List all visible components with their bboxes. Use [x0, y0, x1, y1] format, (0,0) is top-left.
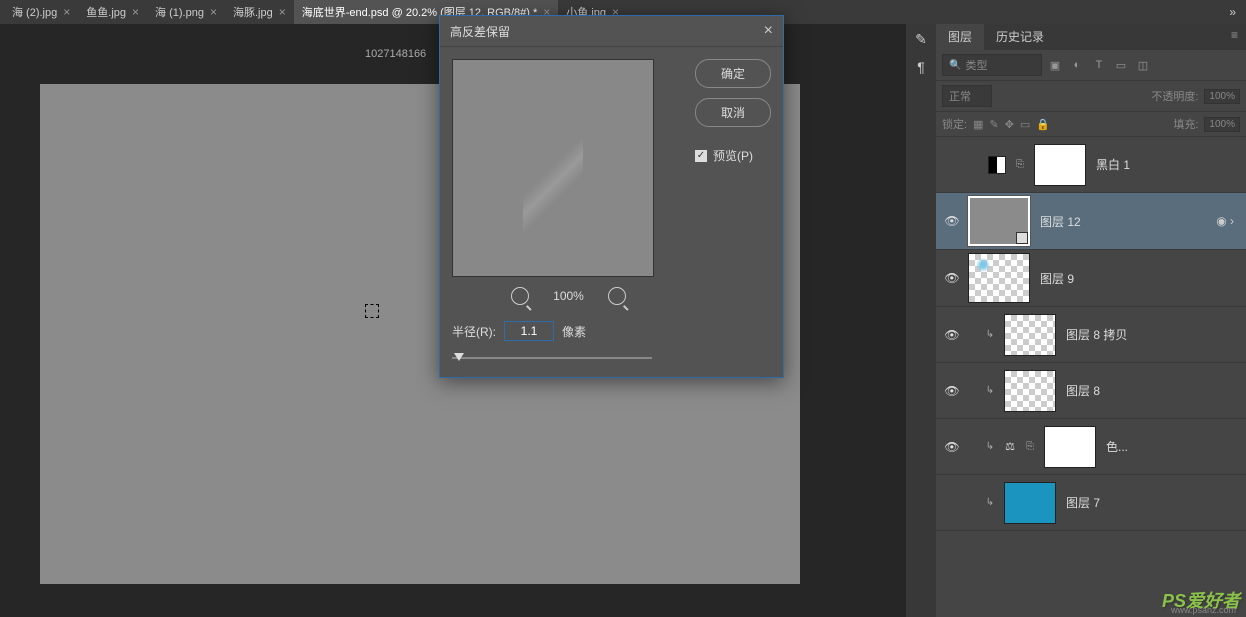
fill-value[interactable]: 100% — [1204, 117, 1240, 132]
visibility-icon[interactable]: 👁 — [942, 440, 962, 454]
filter-shape-icon[interactable]: ▭ — [1114, 58, 1128, 72]
lock-all-icon[interactable]: 🔒 — [1036, 118, 1050, 131]
visibility-icon[interactable]: 👁 — [942, 384, 962, 398]
canvas-label: 1027148166 — [365, 48, 426, 60]
blend-mode-select[interactable]: 正常 — [942, 85, 992, 107]
clip-icon: ↳ — [982, 385, 998, 396]
layer-row[interactable]: 👁 图层 9 — [936, 250, 1246, 307]
opacity-label: 不透明度: — [1151, 88, 1198, 104]
radius-slider[interactable] — [452, 351, 652, 365]
radius-label: 半径(R): — [452, 323, 496, 340]
layer-thumbnail[interactable] — [1004, 370, 1056, 412]
clip-icon: ↳ — [982, 497, 998, 508]
layer-thumbnail[interactable] — [968, 253, 1030, 303]
layer-thumbnail[interactable] — [1004, 482, 1056, 524]
zoom-in-icon[interactable] — [608, 287, 626, 305]
layer-row[interactable]: 👁 ↳ 图层 8 拷贝 — [936, 307, 1246, 363]
visibility-icon[interactable]: 👁 — [942, 214, 962, 228]
high-pass-dialog: 高反差保留 × 100% 半径(R): 像素 确定 取消 ✓ — [439, 15, 784, 378]
tab-3[interactable]: 海豚.jpg× — [225, 0, 294, 24]
close-icon[interactable]: × — [764, 22, 773, 40]
zoom-out-icon[interactable] — [511, 287, 529, 305]
lock-artboard-icon[interactable]: ▭ — [1020, 118, 1030, 131]
layer-row[interactable]: 👁 ↳ ⚖ ⎘ 色... — [936, 419, 1246, 475]
layer-name[interactable]: 色... — [1106, 438, 1240, 455]
layer-row-selected[interactable]: 👁 图层 12 ◉ › — [936, 193, 1246, 250]
close-icon[interactable]: × — [210, 5, 217, 19]
dialog-title: 高反差保留 — [450, 23, 510, 40]
tab-0[interactable]: 海 (2).jpg× — [4, 0, 78, 24]
zoom-level: 100% — [553, 289, 584, 303]
close-icon[interactable]: × — [279, 5, 286, 19]
clip-icon: ↳ — [982, 441, 998, 452]
layer-row[interactable]: ⎘ 黑白 1 — [936, 137, 1246, 193]
preview-label: 预览(P) — [713, 147, 753, 164]
layer-name[interactable]: 图层 9 — [1040, 270, 1240, 287]
layer-thumbnail[interactable] — [968, 196, 1030, 246]
brush-icon[interactable]: ✎ — [912, 30, 930, 48]
radius-input[interactable] — [504, 321, 554, 341]
preview-checkbox[interactable]: ✓ — [695, 150, 707, 162]
panel-menu-icon[interactable]: ≡ — [1223, 24, 1246, 50]
visibility-icon[interactable]: 👁 — [942, 328, 962, 342]
filter-text-icon[interactable]: T — [1092, 58, 1106, 72]
close-icon[interactable]: × — [132, 5, 139, 19]
layers-panel: 图层 历史记录 ≡ 类型 ▣ ◐ T ▭ ◫ 正常 不透明度: 100% — [936, 24, 1246, 617]
balance-icon: ⚖ — [1002, 439, 1018, 455]
fill-label: 填充: — [1173, 116, 1198, 132]
selection-marquee — [365, 304, 379, 318]
tab-1[interactable]: 鱼鱼.jpg× — [78, 0, 147, 24]
opacity-value[interactable]: 100% — [1204, 89, 1240, 104]
filter-adjust-icon[interactable]: ◐ — [1070, 58, 1084, 72]
mask-thumbnail[interactable] — [1034, 144, 1086, 186]
tab-history[interactable]: 历史记录 — [984, 24, 1056, 50]
filter-preview[interactable] — [452, 59, 654, 277]
layer-name[interactable]: 图层 8 拷贝 — [1066, 326, 1240, 343]
lock-position-icon[interactable]: ✥ — [1005, 118, 1014, 131]
watermark-url: www.psahz.com — [1171, 605, 1236, 615]
layer-name[interactable]: 黑白 1 — [1096, 156, 1240, 173]
adjustment-icon — [988, 156, 1006, 174]
tabs-overflow-icon[interactable]: » — [1219, 5, 1246, 19]
link-icon: ⎘ — [1022, 441, 1038, 452]
lock-pixels-icon[interactable]: ▦ — [973, 118, 983, 131]
tab-layers[interactable]: 图层 — [936, 24, 984, 50]
layer-row[interactable]: 👁 ↳ 图层 8 — [936, 363, 1246, 419]
radius-unit: 像素 — [562, 323, 586, 340]
layer-thumbnail[interactable] — [1004, 314, 1056, 356]
link-icon: ⎘ — [1012, 159, 1028, 170]
filter-image-icon[interactable]: ▣ — [1048, 58, 1062, 72]
layer-name[interactable]: 图层 8 — [1066, 382, 1240, 399]
close-icon[interactable]: × — [63, 5, 70, 19]
layer-filter-type[interactable]: 类型 — [942, 54, 1042, 76]
cancel-button[interactable]: 取消 — [695, 98, 771, 127]
panel-dock: ✎ ¶ — [906, 24, 936, 617]
layer-name[interactable]: 图层 7 — [1066, 494, 1240, 511]
ok-button[interactable]: 确定 — [695, 59, 771, 88]
tab-2[interactable]: 海 (1).png× — [147, 0, 225, 24]
mask-thumbnail[interactable] — [1044, 426, 1096, 468]
layer-list: ⎘ 黑白 1 👁 图层 12 ◉ › 👁 图层 9 👁 — [936, 137, 1246, 617]
layer-row[interactable]: ↳ 图层 7 — [936, 475, 1246, 531]
paragraph-icon[interactable]: ¶ — [912, 58, 930, 76]
lock-brush-icon[interactable]: ✎ — [989, 118, 998, 131]
lock-label: 锁定: — [942, 116, 967, 132]
visibility-icon[interactable]: 👁 — [942, 271, 962, 285]
filter-smart-icon[interactable]: ◫ — [1136, 58, 1150, 72]
clip-icon: ↳ — [982, 329, 998, 340]
slider-thumb[interactable] — [454, 353, 464, 361]
layer-name[interactable]: 图层 12 — [1040, 213, 1216, 230]
smart-filter-icon[interactable]: ◉ › — [1216, 214, 1234, 228]
